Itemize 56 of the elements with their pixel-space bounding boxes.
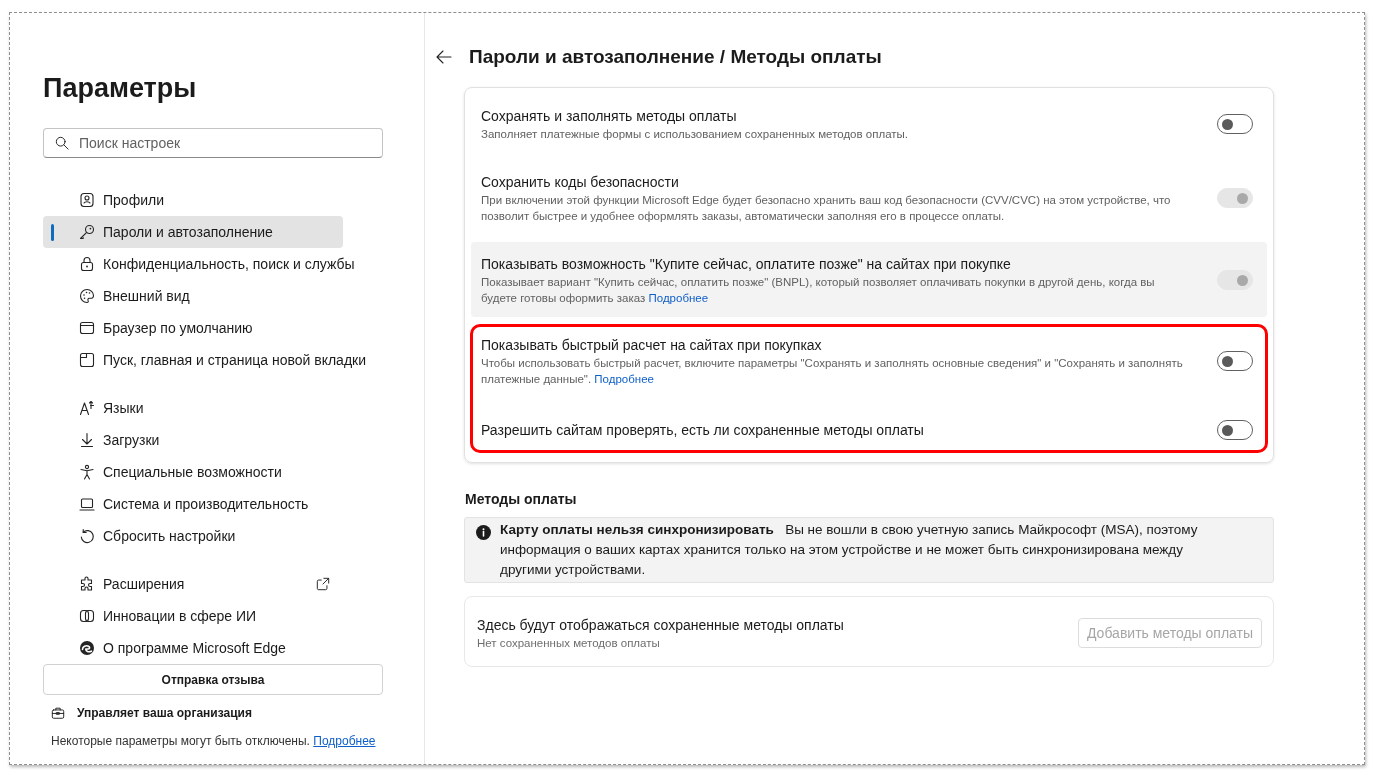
setting-title: Показывать возможность "Купите сейчас, оплатите позже" на сайтах при покупке xyxy=(481,255,1012,274)
empty-state-subtitle: Нет сохраненных методов оплаты xyxy=(477,635,661,651)
setting-title: Сохранять и заполнять методы оплаты xyxy=(481,107,738,126)
nav-item[interactable]: Браузер по умолчанию xyxy=(43,312,343,344)
setting-title: Сохранить коды безопасности xyxy=(481,173,680,192)
briefcase-icon xyxy=(51,706,65,720)
key-icon xyxy=(79,224,95,240)
translate-icon xyxy=(79,400,95,416)
search-icon xyxy=(55,136,69,150)
toggle-switch[interactable] xyxy=(1217,351,1253,371)
back-arrow-icon[interactable] xyxy=(436,49,452,65)
nav-item[interactable]: Пароли и автозаполнение xyxy=(43,216,343,248)
download-icon xyxy=(79,432,95,448)
setting-description: Заполняет платежные формы с использованием сохраненных методов оплаты. xyxy=(481,127,910,142)
nav-item[interactable]: Пуск, главная и страница новой вкладки xyxy=(43,344,370,376)
feedback-button[interactable]: Отправка отзыва xyxy=(43,664,383,695)
setting-description: При включении этой функции Microsoft Edge будет безопасно хранить ваш код безопасности (CVV/CVC) на этом устройстве, что позволит быстрее и удобнее оформлять заказы, автоматически заполняя его в процессе оплаты. xyxy=(481,193,1172,224)
nav-item[interactable]: Инновации в сфере ИИ xyxy=(43,600,343,632)
overlapping-shapes-icon xyxy=(79,608,95,624)
lock-icon xyxy=(79,256,95,272)
nav-item[interactable]: Внешний вид xyxy=(43,280,343,312)
empty-state-title: Здесь будут отображаться сохраненные методы оплаты xyxy=(477,615,844,635)
toggle-switch[interactable] xyxy=(1217,114,1253,134)
nav-item[interactable]: Специальные возможности xyxy=(43,456,343,488)
setting-description: Чтобы использовать быстрый расчет, включите параметры "Сохранять и заполнять основные сведения" и "Сохранять и заполнять платежные данные". Подробнее xyxy=(481,356,1184,387)
laptop-icon xyxy=(79,496,95,512)
nav-item[interactable]: Конфиденциальность, поиск и службы xyxy=(43,248,359,280)
nav-item[interactable]: Сбросить настройки xyxy=(43,520,343,552)
info-message: Карту оплаты нельзя синхронизировать Вы не вошли в свою учетную запись Майкрософт (MSA), поэтому информация о ваших картах хранится только на этом устройстве и не может быть синхронизирована между другими устройствами. xyxy=(500,521,1199,579)
selection-indicator-icon xyxy=(51,224,54,241)
person-card-icon xyxy=(79,192,95,208)
accessibility-icon xyxy=(79,464,95,480)
setting-title: Разрешить сайтам проверять, есть ли сохраненные методы оплаты xyxy=(481,421,925,440)
circular-arrow-icon xyxy=(79,528,95,544)
page-title: Пароли и автозаполнение / Методы оплаты xyxy=(469,46,882,68)
settings-title: Параметры xyxy=(43,72,197,105)
nav-item[interactable]: Система и производительность xyxy=(43,488,343,520)
search-field[interactable]: Поиск настроек xyxy=(43,128,383,158)
learn-more-link[interactable]: Подробнее xyxy=(594,373,654,385)
section-heading: Методы оплаты xyxy=(465,490,577,509)
window-icon xyxy=(79,320,95,336)
nav-item[interactable]: О программе Microsoft Edge xyxy=(43,632,343,664)
nav-item[interactable]: Расширения xyxy=(43,568,343,600)
puzzle-icon xyxy=(79,576,95,592)
setting-title: Показывать быстрый расчет на сайтах при покупках xyxy=(481,336,823,355)
nav-item[interactable]: Профили xyxy=(43,184,343,216)
nav-item[interactable]: Языки xyxy=(43,392,343,424)
nav-item[interactable]: Загрузки xyxy=(43,424,343,456)
window-tab-icon xyxy=(79,352,95,368)
swirl-logo-icon xyxy=(79,640,95,656)
toggle-switch[interactable] xyxy=(1217,420,1253,440)
disabled-notice: Некоторые параметры могут быть отключены. Подробнее xyxy=(50,733,376,750)
managed-notice: Управляет ваша организация xyxy=(77,706,252,720)
palette-icon xyxy=(79,288,95,304)
info-icon xyxy=(476,525,491,540)
setting-description: Показывает вариант "Купить сейчас, оплатить позже" (BNPL), который позволяет оплачивать покупки в другой день, когда вы будете готовы оформить заказ Подробнее xyxy=(481,275,1156,306)
